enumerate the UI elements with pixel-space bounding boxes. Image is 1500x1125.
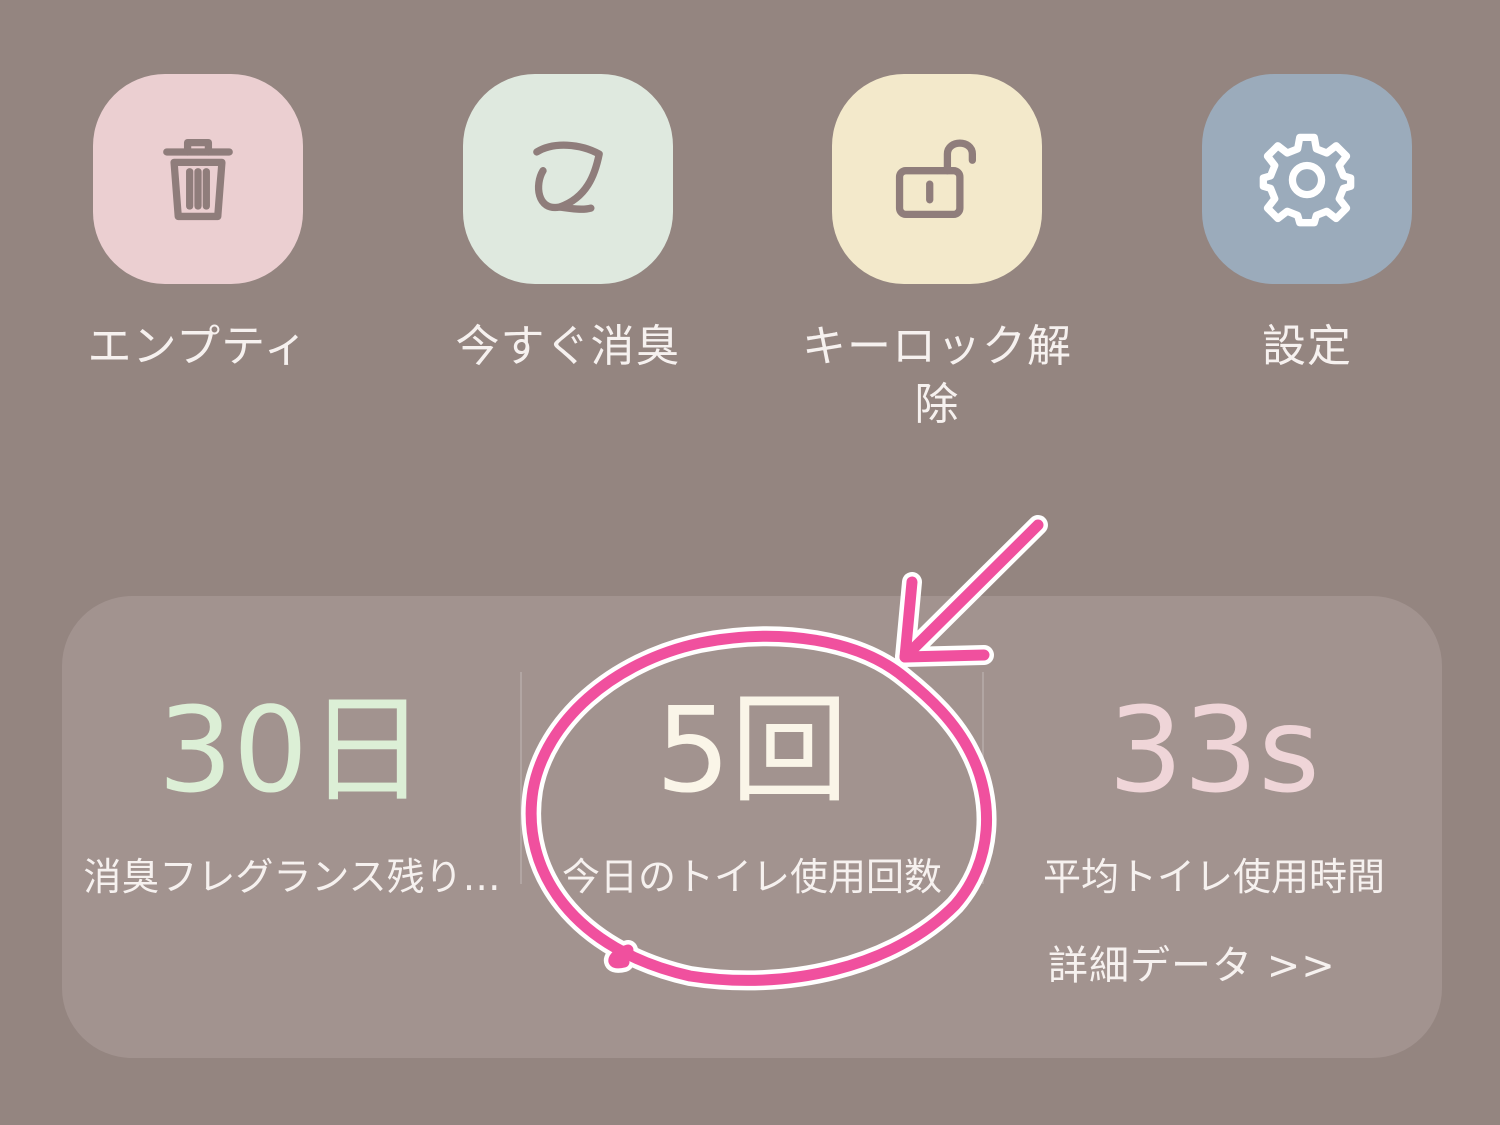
- fragrance-days-value: 30日: [157, 681, 427, 819]
- key-unlock-button[interactable]: [832, 74, 1042, 284]
- settings-action: 設定: [1202, 74, 1412, 372]
- average-time-label: 平均トイレ使用時間: [1042, 855, 1385, 899]
- empty-label: エンプティ: [87, 321, 309, 372]
- deodorize-now-button[interactable]: [463, 74, 673, 284]
- detail-data-link[interactable]: 詳細データ >>: [1048, 940, 1336, 992]
- empty-action: エンプティ: [87, 74, 308, 372]
- settings-button[interactable]: [1202, 74, 1412, 284]
- app-screen: { "actions": [ {"label": "エンプティ", "icon"…: [0, 0, 1500, 1125]
- deodorize-label: 今すぐ消臭: [455, 321, 681, 372]
- stats-card: 30日 消臭フレグランス残り… 5回 今日のトイレ使用回数 33s 平均トイレ使…: [62, 596, 1442, 1058]
- unlock-icon: [895, 139, 976, 218]
- unlock-action: キーロック解除: [802, 74, 1071, 430]
- leaf-icon: [533, 141, 603, 213]
- fragrance-remaining-label: 消臭フレグランス残り…: [83, 855, 501, 899]
- deodorize-action: 今すぐ消臭: [456, 74, 680, 372]
- average-time-value: 33s: [1108, 681, 1320, 819]
- average-time-stat: 33s 平均トイレ使用時間: [984, 680, 1444, 902]
- settings-label: 設定: [1262, 321, 1352, 372]
- trash-icon: [163, 138, 233, 221]
- today-usage-label: 今日のトイレ使用回数: [561, 855, 942, 899]
- today-usage-stat: 5回 今日のトイレ使用回数: [522, 680, 982, 902]
- gear-icon: [1259, 133, 1355, 227]
- unlock-label: キーロック解除: [802, 321, 1072, 430]
- empty-button[interactable]: [93, 74, 303, 284]
- fragrance-remaining-stat: 30日 消臭フレグランス残り…: [62, 680, 522, 902]
- today-usage-count-value: 5回: [655, 681, 849, 819]
